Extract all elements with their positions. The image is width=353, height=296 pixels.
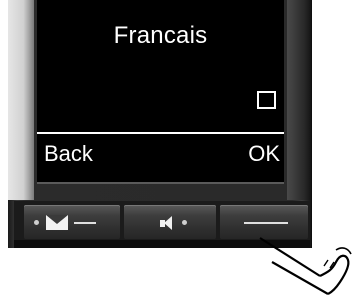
softkey-back[interactable]: Back [44, 141, 93, 167]
speaker-icon [160, 216, 176, 230]
language-title: Francais [113, 22, 208, 49]
phone-bezel-right [287, 0, 311, 200]
handsfree-key-dot-icon [182, 220, 187, 225]
end-call-line-icon [244, 222, 288, 224]
message-key-dot-icon [34, 220, 39, 225]
handsfree-key[interactable] [124, 205, 216, 239]
phone-display: Francais Back OK [37, 0, 284, 184]
phone-bezel-left [8, 0, 34, 200]
language-checkbox[interactable] [257, 91, 276, 109]
envelope-icon [46, 215, 68, 230]
pressing-finger-illustration [259, 237, 352, 295]
message-key[interactable] [24, 205, 120, 239]
softkey-ok[interactable]: OK [248, 141, 280, 167]
softkey-divider [37, 132, 284, 134]
message-key-dash-icon [74, 222, 96, 224]
